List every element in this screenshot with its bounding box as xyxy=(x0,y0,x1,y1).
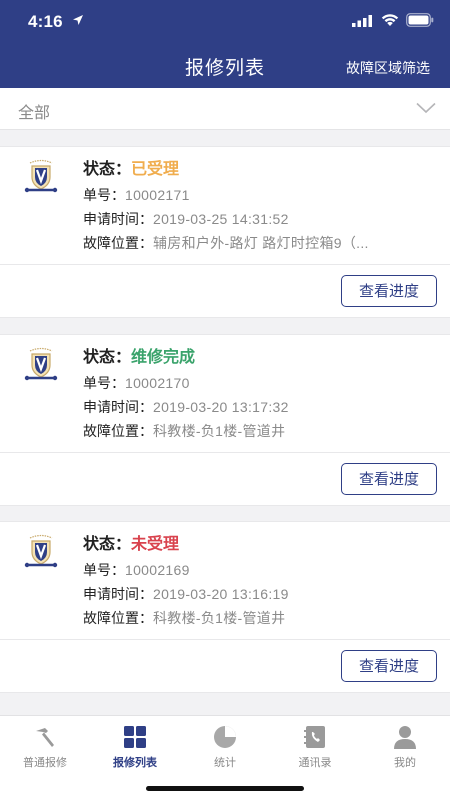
number-row: 单号：10002169 xyxy=(83,560,443,580)
tab-label: 普通报修 xyxy=(23,757,67,769)
location-arrow-icon xyxy=(73,15,83,25)
status-value: 已受理 xyxy=(131,161,180,178)
dropdown-selected-value: 全部 xyxy=(18,105,51,122)
tab-normal-repair[interactable]: 普通报修 xyxy=(0,716,90,776)
view-progress-button[interactable]: 查看进度 xyxy=(341,650,437,682)
location-row: 故障位置：科教楼-负1楼-管道井 xyxy=(83,421,443,441)
time-row: 申请时间：2019-03-20 13:17:32 xyxy=(83,397,443,417)
tab-mine[interactable]: 我的 xyxy=(360,716,450,776)
area-filter-button[interactable]: 故障区域筛选 xyxy=(346,58,430,78)
repair-card: 状态：已受理 单号：10002171 申请时间：2019-03-25 14:31… xyxy=(0,146,450,318)
status-value: 维修完成 xyxy=(131,349,196,366)
location-row: 故障位置：辅房和户外-路灯 路灯时控箱9（... xyxy=(83,233,443,253)
time-label: 申请时间： xyxy=(83,211,153,227)
time-value: 2019-03-25 14:31:52 xyxy=(153,211,289,227)
number-value: 10002171 xyxy=(125,187,190,203)
location-value: 科教楼-负1楼-管道井 xyxy=(153,423,286,439)
tab-label: 报修列表 xyxy=(113,757,157,769)
top-bar: 4:16 报修列表 故障区域筛选 xyxy=(0,0,450,88)
status-label: 状态： xyxy=(83,536,132,553)
location-label: 故障位置： xyxy=(83,610,153,626)
screen: 4:16 报修列表 故障区域筛选 全部 状态：已受理 单号：10002171 申… xyxy=(0,0,450,800)
time-value: 2019-03-20 13:16:19 xyxy=(153,586,289,602)
status-label: 状态： xyxy=(83,161,132,178)
view-progress-button[interactable]: 查看进度 xyxy=(341,463,437,495)
wifi-icon xyxy=(381,14,399,26)
tab-contacts[interactable]: 通讯录 xyxy=(270,716,360,776)
number-row: 单号：10002170 xyxy=(83,373,443,393)
status-row: 状态：已受理 xyxy=(83,155,179,179)
number-label: 单号： xyxy=(83,187,125,203)
location-value: 科教楼-负1楼-管道井 xyxy=(153,610,286,626)
time-row: 申请时间：2019-03-25 14:31:52 xyxy=(83,209,443,229)
status-row: 状态：未受理 xyxy=(83,530,179,554)
number-value: 10002170 xyxy=(125,375,190,391)
number-label: 单号： xyxy=(83,375,125,391)
pie-chart-icon xyxy=(214,726,236,748)
school-logo-icon xyxy=(24,159,58,193)
status-row: 状态：维修完成 xyxy=(83,343,195,367)
tab-label: 统计 xyxy=(214,757,236,769)
area-dropdown[interactable]: 全部 xyxy=(0,88,450,130)
status-time: 4:16 xyxy=(28,12,63,31)
status-label: 状态： xyxy=(83,349,132,366)
location-value: 辅房和户外-路灯 路灯时控箱9（... xyxy=(153,235,369,251)
tab-repair-list[interactable]: 报修列表 xyxy=(90,716,180,776)
battery-icon xyxy=(406,13,434,27)
repair-card-body[interactable]: 状态：已受理 单号：10002171 申请时间：2019-03-25 14:31… xyxy=(0,147,450,265)
time-row: 申请时间：2019-03-20 13:16:19 xyxy=(83,584,443,604)
repair-card: 状态：维修完成 单号：10002170 申请时间：2019-03-20 13:1… xyxy=(0,334,450,506)
time-value: 2019-03-20 13:17:32 xyxy=(153,399,289,415)
home-indicator[interactable] xyxy=(146,786,304,791)
tab-label: 通讯录 xyxy=(298,757,332,769)
phone-book-icon xyxy=(304,726,325,748)
location-label: 故障位置： xyxy=(83,423,153,439)
tab-label: 我的 xyxy=(394,757,416,769)
signal-icon xyxy=(352,15,372,27)
time-label: 申请时间： xyxy=(83,399,153,415)
time-label: 申请时间： xyxy=(83,586,153,602)
status-value: 未受理 xyxy=(131,536,180,553)
chevron-down-icon xyxy=(416,102,436,114)
school-logo-icon xyxy=(24,534,58,568)
view-progress-button[interactable]: 查看进度 xyxy=(341,275,437,307)
repair-card-body[interactable]: 状态：未受理 单号：10002169 申请时间：2019-03-20 13:16… xyxy=(0,522,450,640)
number-label: 单号： xyxy=(83,562,125,578)
repair-card-body[interactable]: 状态：维修完成 单号：10002170 申请时间：2019-03-20 13:1… xyxy=(0,335,450,453)
location-label: 故障位置： xyxy=(83,235,153,251)
location-row: 故障位置：科教楼-负1楼-管道井 xyxy=(83,608,443,628)
number-row: 单号：10002171 xyxy=(83,185,443,205)
hammer-icon xyxy=(36,728,54,747)
status-bar: 4:16 xyxy=(0,0,450,44)
grid-icon xyxy=(124,726,146,748)
tab-statistics[interactable]: 统计 xyxy=(180,716,270,776)
user-icon xyxy=(394,726,416,749)
school-logo-icon xyxy=(24,347,58,381)
number-value: 10002169 xyxy=(125,562,190,578)
repair-card: 状态：未受理 单号：10002169 申请时间：2019-03-20 13:16… xyxy=(0,521,450,693)
